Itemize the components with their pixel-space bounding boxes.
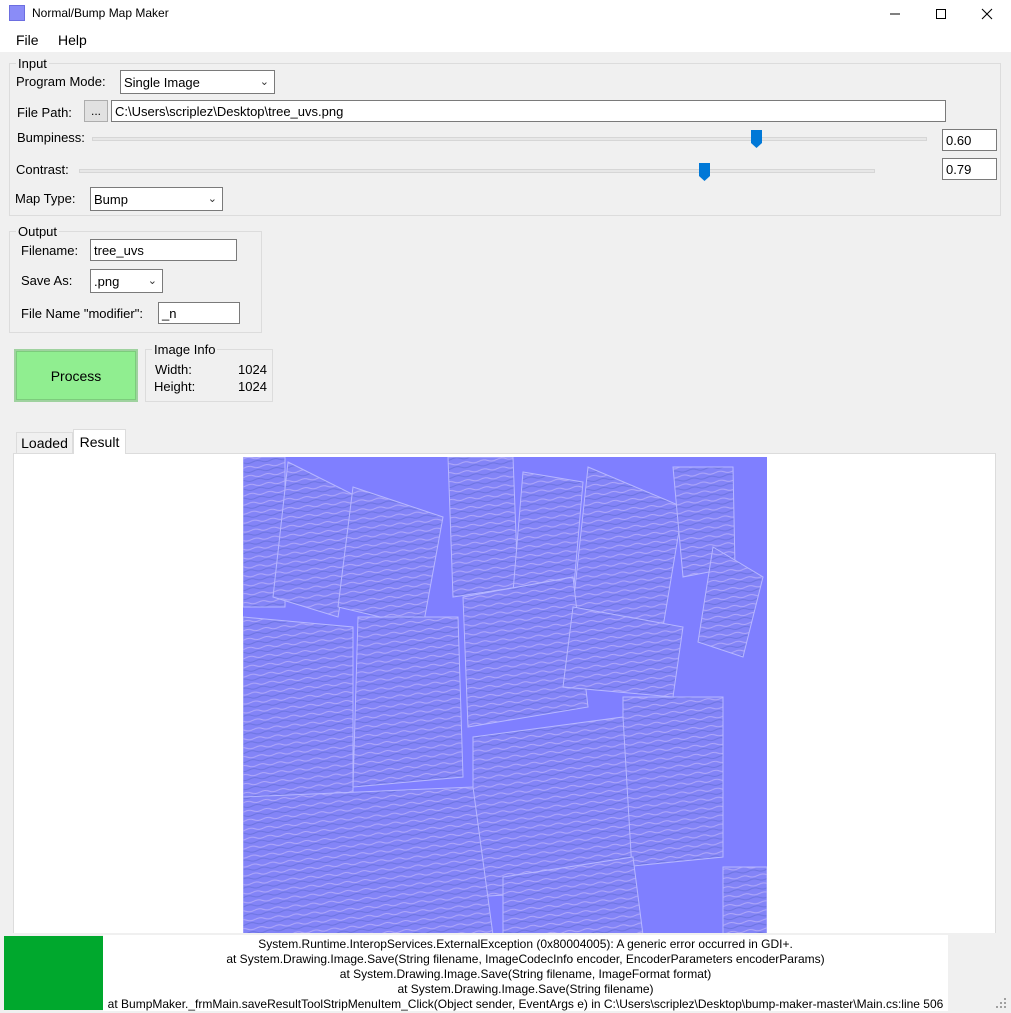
normal-map-image xyxy=(243,457,767,935)
error-message: System.Runtime.InteropServices.ExternalE… xyxy=(103,935,948,1011)
program-mode-label: Program Mode: xyxy=(16,74,106,89)
chevron-down-icon: ⌄ xyxy=(147,275,157,287)
save-as-select[interactable]: .png ⌄ xyxy=(90,269,163,293)
width-value: 1024 xyxy=(238,362,267,377)
maximize-button[interactable] xyxy=(918,0,964,27)
image-info-legend: Image Info xyxy=(152,342,218,357)
width-label: Width: xyxy=(155,362,192,377)
map-type-select[interactable]: Bump ⌄ xyxy=(90,187,223,211)
error-line: at System.Drawing.Image.Save(String file… xyxy=(226,952,825,966)
modifier-label: File Name "modifier": xyxy=(21,306,143,321)
height-value: 1024 xyxy=(238,379,267,394)
height-label: Height: xyxy=(154,379,196,394)
save-as-value: .png xyxy=(94,273,120,289)
bumpiness-value-input[interactable]: 0.60 xyxy=(942,129,997,151)
app-icon xyxy=(9,5,25,21)
window-title: Normal/Bump Map Maker xyxy=(32,6,169,20)
browse-button[interactable]: ... xyxy=(84,100,108,122)
filename-label: Filename: xyxy=(21,243,79,258)
result-image xyxy=(243,457,767,935)
bumpiness-label: Bumpiness: xyxy=(17,130,85,145)
menu-bar xyxy=(0,27,1011,52)
filename-input[interactable]: tree_uvs xyxy=(90,239,237,261)
maximize-icon xyxy=(936,8,946,19)
close-icon xyxy=(981,8,993,19)
bumpiness-slider-track[interactable] xyxy=(92,137,927,141)
file-path-input[interactable]: C:\Users\scriplez\Desktop\tree_uvs.png xyxy=(111,100,946,122)
contrast-label: Contrast: xyxy=(16,162,69,177)
error-line: at System.Drawing.Image.Save(String file… xyxy=(397,982,654,996)
program-mode-select[interactable]: Single Image ⌄ xyxy=(120,70,275,94)
tab-result[interactable]: Result xyxy=(73,429,126,454)
map-type-label: Map Type: xyxy=(15,191,76,206)
map-type-value: Bump xyxy=(94,191,128,207)
contrast-slider-thumb[interactable] xyxy=(699,163,710,181)
error-line: at BumpMaker._frmMain.saveResultToolStri… xyxy=(107,997,944,1011)
chevron-down-icon: ⌄ xyxy=(259,76,269,88)
input-legend: Input xyxy=(16,56,49,71)
save-as-label: Save As: xyxy=(21,273,73,288)
output-legend: Output xyxy=(16,224,60,239)
program-mode-value: Single Image xyxy=(124,74,200,90)
resize-grip-icon[interactable] xyxy=(994,996,1008,1010)
process-button[interactable]: Process xyxy=(14,349,138,402)
error-line: System.Runtime.InteropServices.ExternalE… xyxy=(258,937,793,951)
menu-file[interactable]: File xyxy=(16,32,39,48)
minimize-button[interactable] xyxy=(872,0,918,27)
tab-loaded[interactable]: Loaded xyxy=(16,432,73,453)
menu-help[interactable]: Help xyxy=(58,32,87,48)
close-button[interactable] xyxy=(964,0,1010,27)
bumpiness-slider-thumb[interactable] xyxy=(751,130,762,148)
error-line: at System.Drawing.Image.Save(String file… xyxy=(339,967,712,981)
modifier-input[interactable]: _n xyxy=(158,302,240,324)
file-path-label: File Path: xyxy=(17,105,72,120)
contrast-value-input[interactable]: 0.79 xyxy=(942,158,997,180)
status-indicator xyxy=(4,936,103,1010)
contrast-slider-track[interactable] xyxy=(79,169,875,173)
chevron-down-icon: ⌄ xyxy=(207,193,217,205)
minimize-icon xyxy=(890,13,900,14)
